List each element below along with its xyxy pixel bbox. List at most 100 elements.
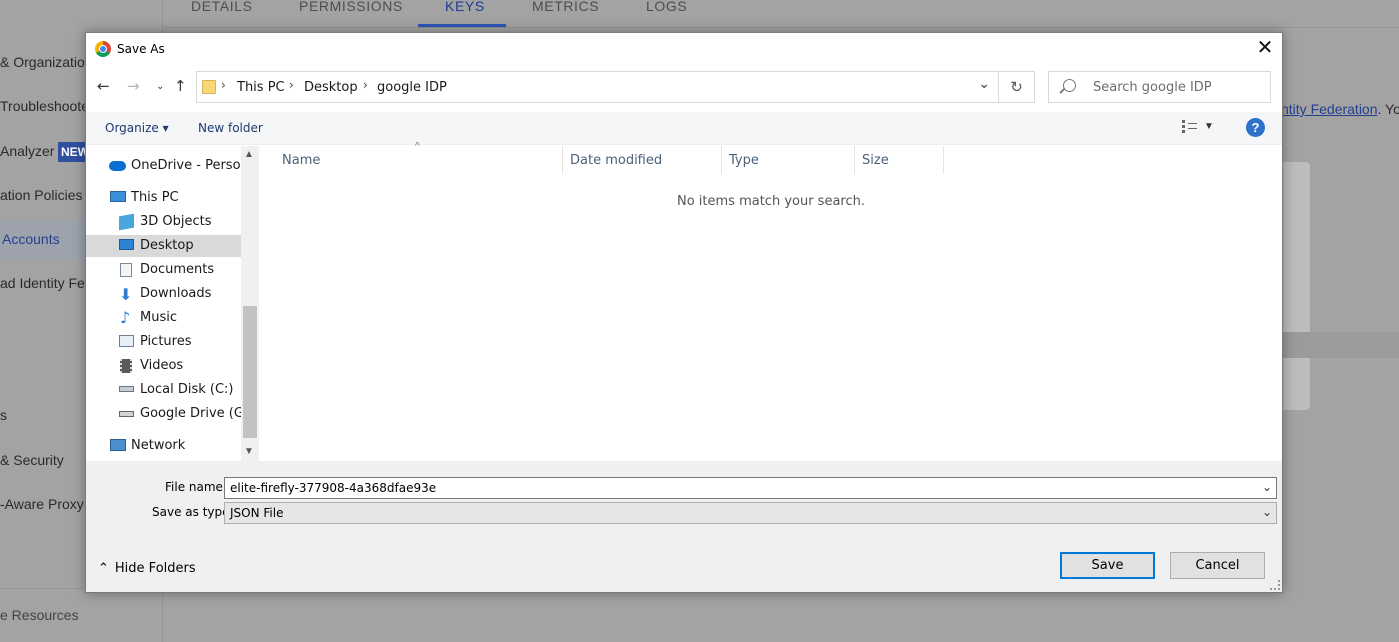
3d-objects-icon (119, 213, 134, 231)
file-name-field[interactable]: elite-firefly-377908-4a368dfae93e ⌄ (224, 477, 1277, 499)
chevron-right-icon[interactable]: › (289, 78, 294, 92)
scrollbar-thumb[interactable] (243, 306, 257, 438)
nav-item-label: Pictures (140, 334, 192, 349)
column-header-name[interactable]: Name (282, 153, 320, 168)
nav-item-google-drive[interactable]: Google Drive (G:) (86, 403, 241, 425)
cancel-button[interactable]: Cancel (1170, 552, 1265, 579)
save-as-type-value: JSON File (230, 506, 284, 520)
nav-item-this-pc[interactable]: This PC (86, 187, 241, 209)
empty-message: No items match your search. (676, 194, 865, 209)
save-as-type-select[interactable]: JSON File ⌄ (224, 502, 1277, 524)
search-input[interactable]: Search google IDP (1048, 71, 1271, 103)
save-as-type-label: Save as type: (152, 505, 234, 519)
new-folder-button[interactable]: New folder (198, 121, 263, 135)
hide-folders-label: Hide Folders (114, 561, 196, 576)
column-header-date-modified[interactable]: Date modified (570, 153, 662, 168)
music-icon: ♪ (120, 308, 131, 327)
nav-item-label: This PC (131, 190, 179, 205)
chevron-down-icon[interactable]: ▼ (1204, 121, 1214, 132)
chevron-right-icon[interactable]: › (221, 78, 226, 92)
recent-locations-chevron-icon[interactable]: ⌄ (156, 81, 164, 92)
documents-icon (120, 263, 132, 277)
nav-item-documents[interactable]: Documents (86, 259, 241, 281)
chevron-right-icon[interactable]: › (363, 78, 368, 92)
background-card (1282, 162, 1310, 410)
nav-item-label: Google Drive (G:) (140, 406, 241, 421)
nav-item-label: Music (140, 310, 177, 325)
nav-item-label: Videos (140, 358, 184, 373)
dialog-footer: File name: elite-firefly-377908-4a368dfa… (86, 461, 1282, 592)
nav-item-label: Desktop (140, 238, 194, 253)
search-icon (1063, 79, 1076, 92)
save-as-dialog: Save As ✕ ← → ⌄ ↑ › This PC › Desktop › … (85, 32, 1283, 593)
column-divider[interactable] (721, 146, 722, 174)
nav-item-local-disk[interactable]: Local Disk (C:) (86, 379, 241, 401)
background-tab-keys: KEYS (445, 0, 485, 14)
navigation-pane: OneDrive - Personal This PC 3D Objects D… (86, 146, 259, 461)
chevron-down-icon[interactable]: ⌄ (978, 76, 990, 92)
desktop-icon (119, 239, 134, 250)
file-list[interactable]: ^ Name Date modified Type Size No items … (260, 141, 1282, 461)
background-band (1282, 332, 1399, 358)
scroll-up-icon[interactable]: ▲ (244, 149, 254, 160)
nav-item-3d-objects[interactable]: 3D Objects (86, 211, 241, 233)
background-link-row: ntity Federation. Yo (1281, 101, 1399, 117)
address-bar[interactable]: › This PC › Desktop › google IDP ⌄ (196, 71, 999, 103)
nav-pane-scrollbar[interactable]: ▲ ▼ (241, 146, 259, 461)
close-button[interactable]: ✕ (1248, 33, 1282, 64)
refresh-button[interactable]: ↻ (999, 71, 1035, 103)
background-identity-federation-link: ntity Federation (1281, 101, 1378, 117)
network-icon (110, 439, 126, 451)
save-button[interactable]: Save (1060, 552, 1155, 579)
view-options-icon[interactable] (1182, 120, 1198, 133)
background-sidebar-footer: e Resources (0, 588, 163, 642)
nav-item-downloads[interactable]: ⬇ Downloads (86, 283, 241, 305)
pc-icon (110, 191, 126, 202)
back-arrow-icon[interactable]: ← (97, 77, 110, 95)
organize-button[interactable]: Organize ▾ (105, 121, 169, 135)
nav-item-desktop[interactable]: Desktop (86, 235, 241, 257)
videos-icon (120, 359, 132, 373)
background-tab-permissions: PERMISSIONS (299, 0, 403, 14)
nav-item-label: OneDrive - Personal (131, 158, 241, 173)
nav-item-label: Downloads (140, 286, 212, 301)
column-divider[interactable] (562, 146, 563, 174)
up-arrow-icon[interactable]: ↑ (174, 77, 187, 95)
nav-item-onedrive[interactable]: OneDrive - Personal (86, 155, 241, 177)
breadcrumb-this-pc[interactable]: This PC (237, 80, 285, 95)
search-placeholder: Search google IDP (1093, 80, 1212, 95)
nav-item-videos[interactable]: Videos (86, 355, 241, 377)
background-nav-resources: e Resources (0, 607, 79, 623)
help-icon[interactable]: ? (1246, 118, 1265, 137)
drive-icon (119, 386, 134, 392)
chrome-icon (95, 41, 111, 57)
command-bar: Organize ▾ New folder ▼ ? (86, 112, 1282, 145)
breadcrumb-google-idp[interactable]: google IDP (377, 80, 447, 95)
nav-item-network[interactable]: Network (86, 435, 241, 457)
column-divider[interactable] (943, 146, 944, 174)
column-header-type[interactable]: Type (729, 153, 759, 168)
background-tab-bar: DETAILS PERMISSIONS KEYS METRICS LOGS (164, 0, 1399, 28)
nav-item-label: 3D Objects (140, 214, 212, 229)
background-link-suffix: . Yo (1377, 101, 1399, 117)
onedrive-icon (109, 161, 126, 171)
column-divider[interactable] (854, 146, 855, 174)
resize-grip-icon[interactable] (1270, 580, 1280, 590)
chevron-down-icon[interactable]: ⌄ (1262, 480, 1272, 494)
chevron-down-icon[interactable]: ⌄ (1262, 505, 1272, 519)
background-tab-logs: LOGS (646, 0, 688, 14)
file-name-label: File name: (165, 480, 227, 494)
nav-item-pictures[interactable]: Pictures (86, 331, 241, 353)
forward-arrow-icon[interactable]: → (127, 77, 140, 95)
scroll-down-icon[interactable]: ▼ (244, 446, 254, 457)
background-new-badge: NEW (58, 142, 89, 162)
chevron-up-icon: ⌃ (98, 561, 109, 576)
breadcrumb-desktop[interactable]: Desktop (304, 80, 358, 95)
nav-item-label: Local Disk (C:) (140, 382, 234, 397)
background-active-tab-indicator (418, 24, 506, 27)
downloads-icon: ⬇ (119, 285, 133, 304)
hide-folders-button[interactable]: ⌃ Hide Folders (98, 561, 196, 576)
nav-item-music[interactable]: ♪ Music (86, 307, 241, 329)
column-header-size[interactable]: Size (862, 153, 889, 168)
pictures-icon (119, 335, 134, 347)
